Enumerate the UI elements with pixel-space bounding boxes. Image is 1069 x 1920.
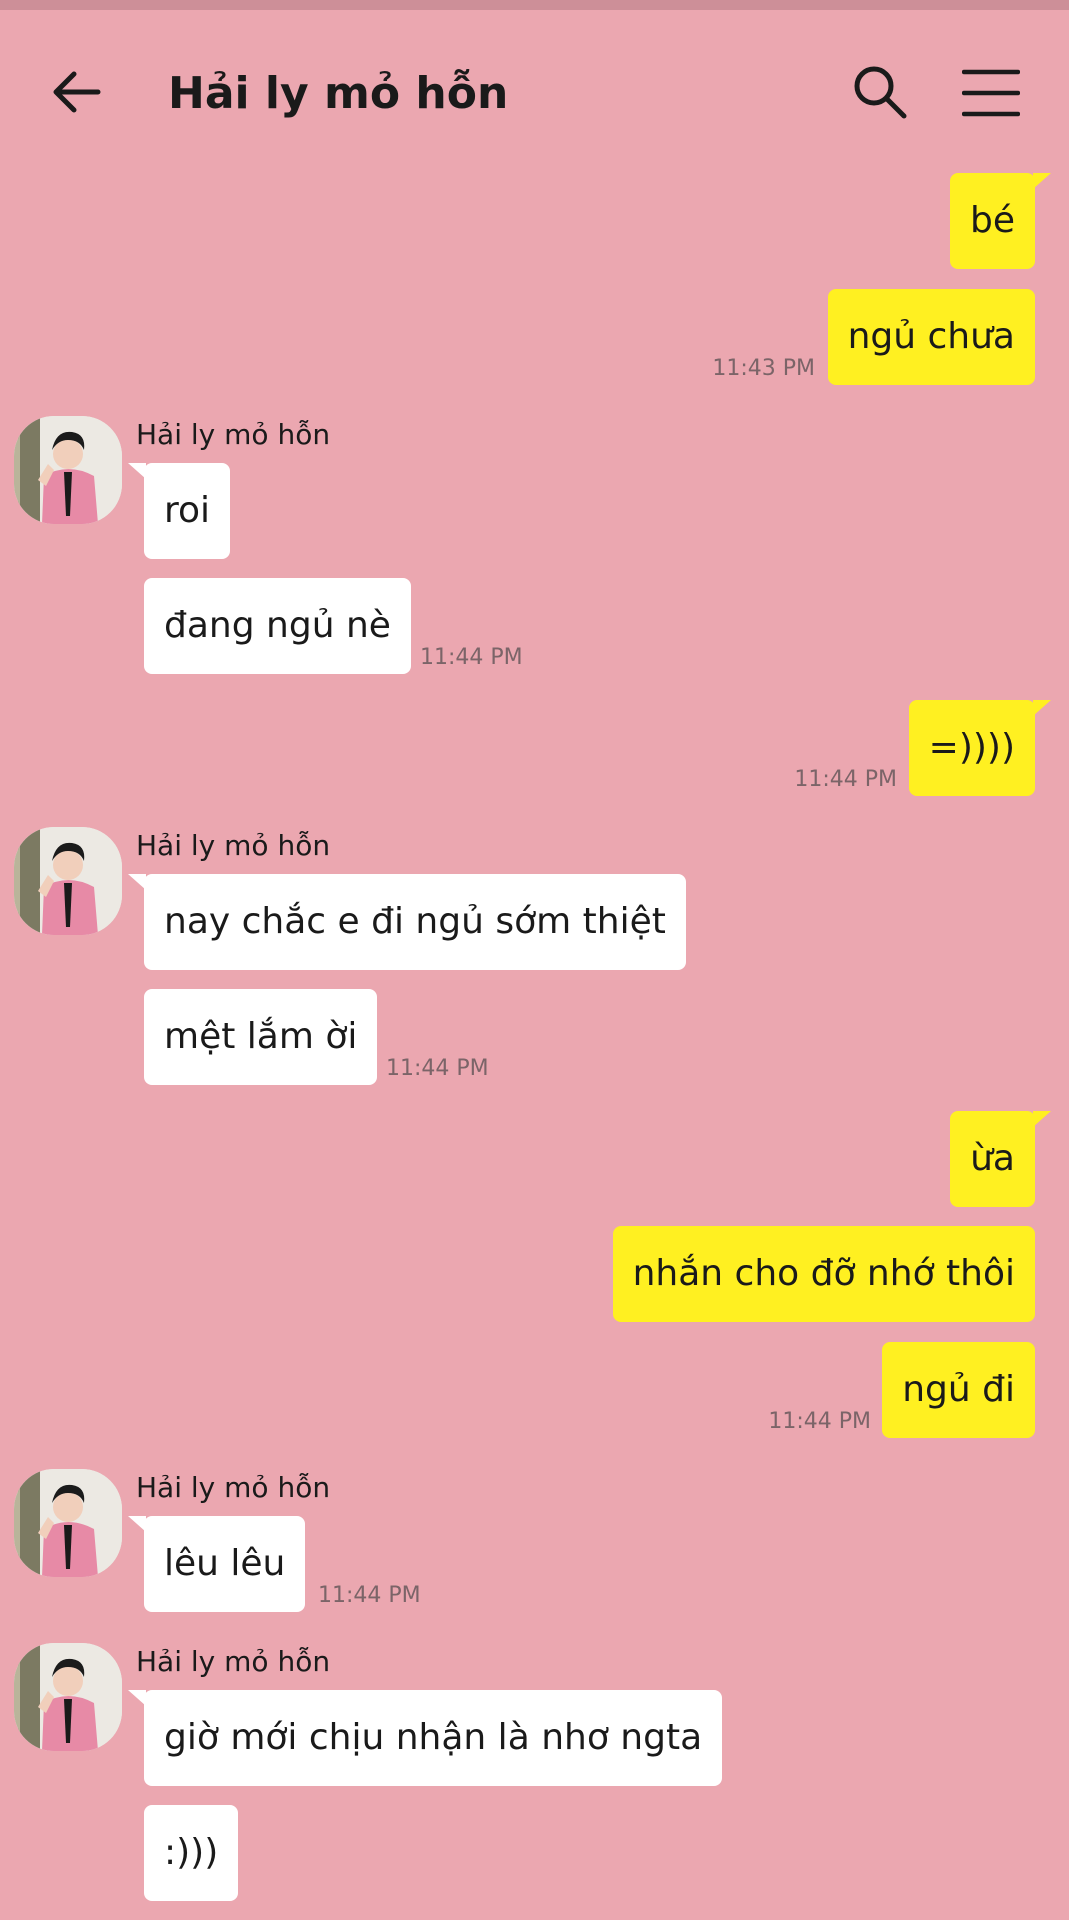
search-button[interactable] — [850, 62, 910, 122]
received-message-bubble[interactable]: lêu lêu — [144, 1516, 306, 1612]
received-message-bubble[interactable]: mệt lắm ời — [144, 989, 378, 1085]
menu-button[interactable] — [961, 64, 1021, 122]
avatar-photo — [14, 1469, 122, 1577]
arrow-left-icon — [53, 71, 101, 113]
sent-message-bubble[interactable]: =)))) — [908, 700, 1035, 796]
bubble-tail — [1033, 173, 1051, 189]
avatar-photo — [14, 827, 122, 935]
back-button[interactable] — [48, 62, 108, 122]
message-timestamp: 11:44 PM — [386, 1056, 489, 1081]
sent-message-bubble[interactable]: nhắn cho đỡ nhớ thôi — [612, 1226, 1035, 1322]
contact-avatar[interactable] — [14, 827, 122, 935]
status-strip — [0, 0, 1069, 10]
bubble-tail — [1033, 1111, 1051, 1127]
bubble-tail — [1033, 700, 1051, 716]
message-timestamp: 11:43 PM — [712, 356, 815, 381]
contact-avatar[interactable] — [14, 1643, 122, 1751]
received-message-bubble[interactable]: roi — [144, 463, 231, 559]
hamburger-menu-icon — [961, 69, 1021, 117]
received-message-bubble[interactable]: đang ngủ nè — [144, 578, 411, 674]
sent-message-bubble[interactable]: bé — [950, 173, 1035, 269]
received-message-bubble[interactable]: giờ mới chịu nhận là nhơ ngta — [144, 1690, 723, 1786]
sender-name: Hải ly mỏ hỗn — [136, 1645, 331, 1678]
avatar-photo — [14, 1643, 122, 1751]
message-timestamp: 11:44 PM — [768, 1409, 871, 1434]
sent-message-bubble[interactable]: ngủ đi — [882, 1342, 1035, 1438]
received-message-bubble[interactable]: nay chắc e đi ngủ sớm thiệt — [144, 874, 686, 970]
sender-name: Hải ly mỏ hỗn — [136, 1471, 331, 1504]
sent-message-bubble[interactable]: ừa — [950, 1111, 1035, 1207]
search-icon — [854, 66, 907, 119]
sent-message-bubble[interactable]: ngủ chưa — [827, 289, 1035, 385]
chat-title: Hải ly mỏ hỗn — [168, 68, 509, 119]
contact-avatar[interactable] — [14, 416, 122, 524]
sender-name: Hải ly mỏ hỗn — [136, 418, 331, 451]
message-timestamp: 11:44 PM — [318, 1583, 421, 1608]
message-timestamp: 11:44 PM — [794, 767, 897, 792]
received-message-bubble[interactable]: :))) — [144, 1805, 239, 1901]
avatar-photo — [14, 416, 122, 524]
chat-header: Hải ly mỏ hỗn — [0, 10, 1069, 170]
sender-name: Hải ly mỏ hỗn — [136, 829, 331, 862]
message-timestamp: 11:44 PM — [420, 645, 523, 670]
contact-avatar[interactable] — [14, 1469, 122, 1577]
